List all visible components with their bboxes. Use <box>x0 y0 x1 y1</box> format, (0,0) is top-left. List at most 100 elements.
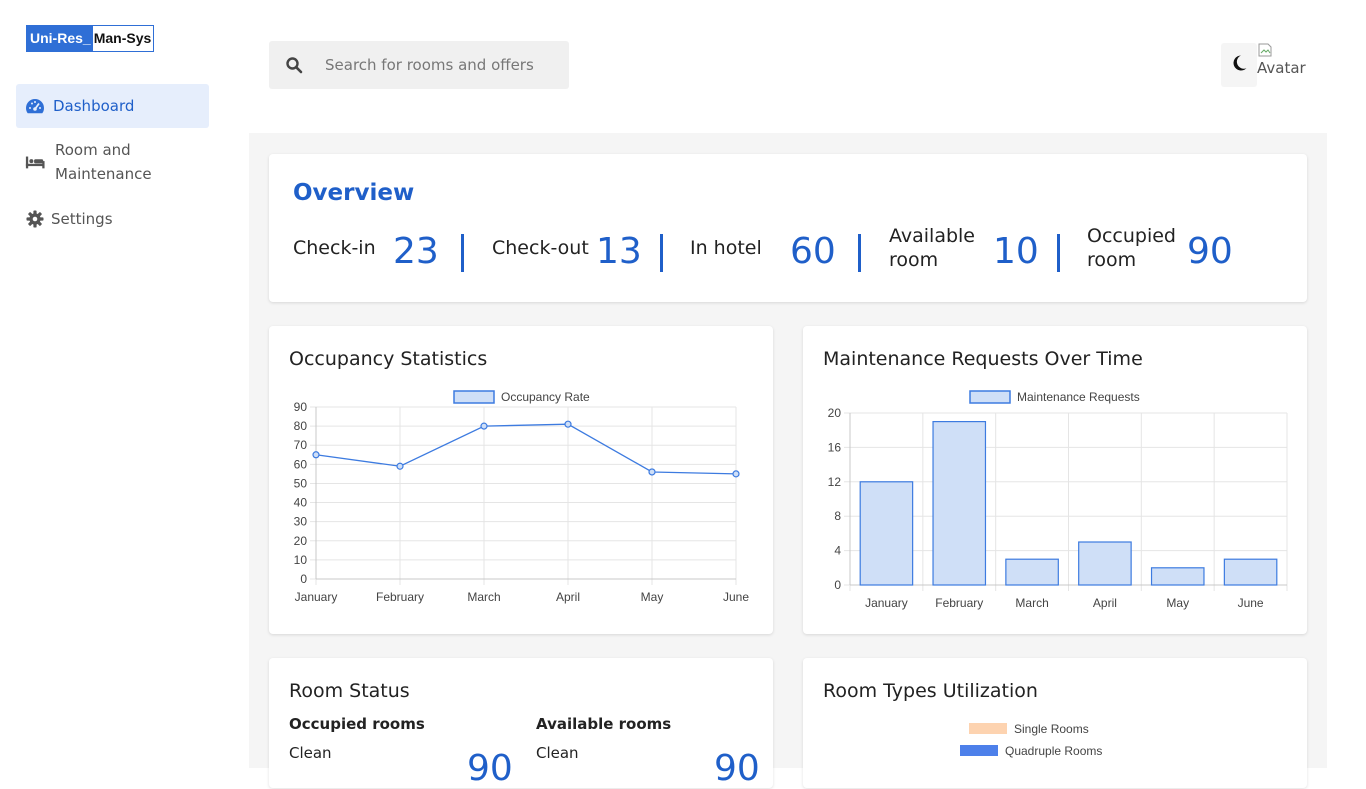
data-point <box>564 420 572 428</box>
y-tick-label: 16 <box>828 440 842 454</box>
bar <box>859 481 914 586</box>
sidebar-item-settings[interactable]: Settings <box>16 206 209 232</box>
dashboard-gauge-icon <box>25 96 45 116</box>
x-tick-label: April <box>556 590 580 604</box>
data-point <box>396 462 404 470</box>
data-point <box>648 468 656 476</box>
y-tick-label: 80 <box>294 419 308 433</box>
legend-label: Quadruple Rooms <box>1005 744 1102 758</box>
stat-label: Check-out <box>492 237 589 259</box>
stat-value: 90 <box>1187 231 1233 272</box>
stat-label: In hotel <box>690 237 762 259</box>
data-point <box>732 470 740 478</box>
available-rooms-heading: Available rooms <box>536 715 672 733</box>
stat-value: 13 <box>596 231 642 272</box>
moon-icon <box>1230 54 1248 76</box>
occupancy-statistics-card: Occupancy Statistics Occupancy Rate 0 10 20… <box>269 326 773 634</box>
avatar[interactable]: Avatar <box>1257 42 1317 86</box>
legend-label: Single Rooms <box>1014 722 1089 736</box>
x-tick-label: May <box>641 590 664 604</box>
stat-value: 60 <box>790 231 836 272</box>
data-point <box>480 422 488 430</box>
avatar-alt-text: Avatar <box>1257 59 1306 77</box>
data-point <box>312 451 320 459</box>
legend-swatch <box>969 723 1007 734</box>
maintenance-bar-chart: Maintenance Requests 0 4 8 12 16 20 January Febr… <box>828 390 1288 610</box>
legend-swatch <box>969 390 1011 404</box>
room-status-title: Room Status <box>289 680 410 702</box>
x-tick-label: January <box>865 596 908 610</box>
y-tick-label: 20 <box>828 406 842 420</box>
bar <box>1150 567 1205 586</box>
y-tick-label: 20 <box>294 534 308 548</box>
logo-part-2: Man-Sys <box>92 26 154 51</box>
stat-label-line1: Available <box>889 225 976 247</box>
stat-label: Check-in <box>293 237 376 259</box>
y-tick-label: 60 <box>294 457 308 471</box>
stat-value: 10 <box>993 231 1039 272</box>
sidebar-item-room-and-maintenance[interactable]: Room and Maintenance <box>16 138 209 186</box>
search-bar <box>269 41 569 89</box>
sidebar-item-dashboard[interactable]: Dashboard <box>16 84 209 128</box>
y-tick-label: 4 <box>834 544 841 558</box>
legend-label: Occupancy Rate <box>501 390 590 404</box>
legend-swatch <box>453 390 495 404</box>
y-tick-label: 12 <box>828 475 842 489</box>
sidebar-item-label: Settings <box>51 210 113 228</box>
legend-swatch <box>960 745 998 756</box>
y-tick-label: 0 <box>300 572 307 586</box>
stat-divider <box>1057 234 1060 272</box>
bar <box>932 420 987 586</box>
x-tick-label: June <box>723 590 749 604</box>
y-tick-label: 0 <box>834 578 841 592</box>
y-tick-label: 90 <box>294 400 308 414</box>
x-tick-label: May <box>1166 596 1189 610</box>
stat-label-line1: Occupied <box>1087 225 1176 247</box>
bar <box>1223 558 1278 586</box>
sidebar-item-label: Room and Maintenance <box>55 141 152 183</box>
room-status-card: Room Status Occupied rooms Clean 90 Avai… <box>269 658 773 789</box>
overview-card: Overview Check-in 23 Check-out 13 In hot… <box>269 154 1307 302</box>
bed-icon <box>25 152 45 172</box>
occupied-clean-label: Clean <box>289 744 332 762</box>
x-tick-label: April <box>1093 596 1117 610</box>
x-tick-label: June <box>1238 596 1264 610</box>
x-tick-label: March <box>467 590 500 604</box>
maintenance-requests-card: Maintenance Requests Over Time Maintenan… <box>803 326 1307 634</box>
occupied-rooms-heading: Occupied rooms <box>289 715 425 733</box>
available-clean-label: Clean <box>536 744 579 762</box>
x-tick-label: February <box>376 590 424 604</box>
bar <box>1078 541 1132 586</box>
x-tick-label: January <box>295 590 338 604</box>
stat-label-line2: room <box>889 249 939 271</box>
stat-divider <box>660 234 663 272</box>
gear-icon <box>25 209 45 229</box>
y-tick-label: 40 <box>294 496 308 510</box>
bar <box>1005 558 1059 586</box>
stat-divider <box>461 234 464 272</box>
overview-title: Overview <box>293 180 415 206</box>
y-tick-label: 70 <box>294 438 308 452</box>
stat-label-line2: room <box>1087 249 1137 271</box>
room-types-pie-chart: Single Rooms Quadruple Rooms <box>960 722 1102 758</box>
y-tick-label: 10 <box>294 553 308 567</box>
logo-part-1: Uni-Res_ <box>27 26 93 51</box>
theme-toggle-button[interactable] <box>1221 43 1257 87</box>
broken-image-icon <box>1258 43 1272 57</box>
x-tick-label: February <box>935 596 983 610</box>
sidebar-item-label: Dashboard <box>53 97 135 115</box>
occupied-clean-value: 90 <box>467 748 513 789</box>
series-line-occupancy-rate <box>315 423 737 475</box>
legend-label: Maintenance Requests <box>1017 390 1140 404</box>
app-logo[interactable]: Uni-Res_ Man-Sys <box>26 25 155 52</box>
y-tick-label: 8 <box>834 509 841 523</box>
search-input[interactable] <box>325 56 565 74</box>
occupancy-line-chart: Occupancy Rate 0 10 20 30 40 50 60 70 80 90 January… <box>294 390 750 604</box>
y-tick-label: 50 <box>294 476 308 490</box>
search-icon[interactable] <box>285 56 303 74</box>
x-tick-label: March <box>1015 596 1048 610</box>
room-types-utilization-card: Room Types Utilization Single Rooms Quadr… <box>803 658 1307 788</box>
stat-value: 23 <box>393 231 439 272</box>
sidebar: Uni-Res_ Man-Sys Dashboard Room and Main… <box>0 0 225 768</box>
available-clean-value: 90 <box>714 748 760 789</box>
